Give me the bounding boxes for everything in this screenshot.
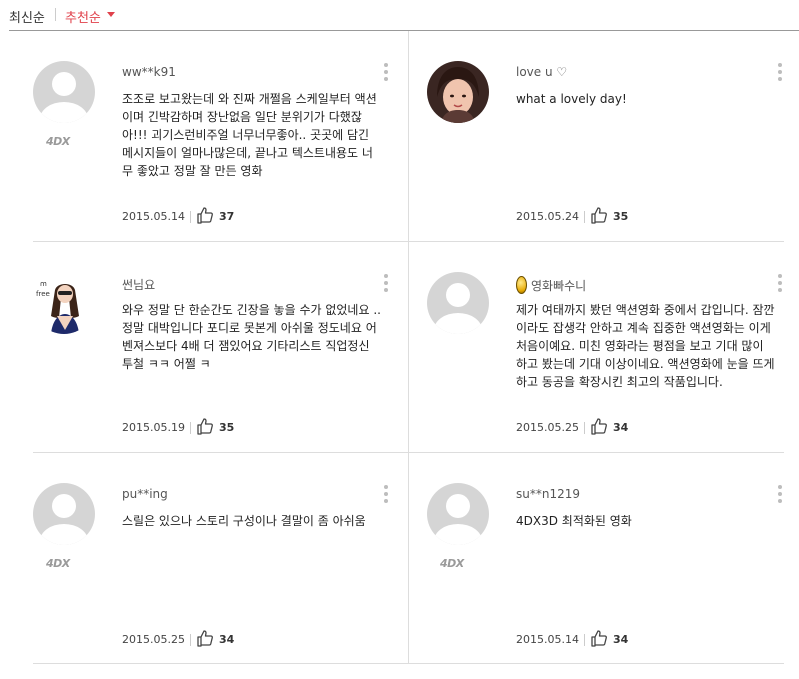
cartoon-avatar: I'm free (33, 272, 95, 334)
review-card: love u ♡ what a lovely day! 2015.05.24 3… (427, 61, 799, 231)
review-username: 영화빠수니 (516, 276, 586, 294)
thumbs-up-icon[interactable] (590, 629, 608, 647)
review-username: ww**k91 (122, 65, 176, 79)
review-text: 스릴은 있으나 스토리 구성이나 결말이 좀 아쉬움 (122, 514, 366, 528)
date-separator (190, 211, 191, 223)
review-date: 2015.05.24 (516, 210, 579, 223)
review-date: 2015.05.14 (516, 633, 579, 646)
review-card: I'm free 썬님요 와우 정말 단 한순간도 긴장을 놓을 수가 없었네요 … (33, 272, 408, 442)
more-options-icon[interactable] (383, 274, 389, 296)
column-divider (408, 31, 409, 663)
review-username: 썬님요 (122, 278, 156, 292)
review-card: 4DX ww**k91 조조로 보고왔는데 와 진짜 개쩔음 스케일부터 액션이… (33, 61, 408, 231)
like-count: 34 (219, 633, 235, 646)
date-separator (584, 422, 585, 434)
date-separator (584, 211, 585, 223)
review-date: 2015.05.14 (122, 210, 185, 223)
review-date: 2015.05.19 (122, 421, 185, 434)
row-divider (33, 663, 784, 664)
chevron-down-icon[interactable] (107, 12, 115, 17)
review-card: 4DX su**n1219 4DX3D 최적화된 영화 2015.05.14 3… (427, 483, 799, 653)
svg-text:I'm: I'm (36, 280, 47, 288)
thumbs-up-icon[interactable] (590, 417, 608, 435)
more-options-icon[interactable] (383, 485, 389, 507)
row-divider (33, 452, 784, 453)
thumbs-up-icon[interactable] (590, 206, 608, 224)
sort-recommend-tab[interactable]: 추천순 (65, 7, 101, 26)
date-separator (584, 634, 585, 646)
review-text: 4DX3D 최적화된 영화 (516, 514, 632, 528)
4dx-badge-icon: 4DX (440, 557, 464, 570)
4dx-badge-icon: 4DX (46, 557, 70, 570)
like-count: 34 (613, 421, 629, 434)
like-count: 34 (613, 633, 629, 646)
more-options-icon[interactable] (777, 485, 783, 507)
review-text: 제가 여태까지 봤던 액션영화 중에서 갑입니다. 잠깐이라도 잡생각 안하고 … (516, 303, 775, 389)
thumbs-up-icon[interactable] (196, 629, 214, 647)
thumbs-up-icon[interactable] (196, 206, 214, 224)
review-text: what a lovely day! (516, 92, 627, 106)
default-avatar (33, 61, 95, 123)
more-options-icon[interactable] (777, 274, 783, 296)
sort-divider (55, 8, 56, 21)
review-username: su**n1219 (516, 487, 581, 501)
more-options-icon[interactable] (383, 63, 389, 85)
row-divider (33, 241, 784, 242)
more-options-icon[interactable] (777, 63, 783, 85)
review-username: pu**ing (122, 487, 168, 501)
svg-text:free: free (36, 290, 50, 298)
default-avatar (427, 272, 489, 334)
review-text: 와우 정말 단 한순간도 긴장을 놓을 수가 없었네요 .. 정말 대박입니다 … (122, 303, 381, 371)
sort-bar-underline (9, 30, 799, 31)
sort-bar: 최신순 추천순 (0, 0, 799, 31)
review-card: 4DX pu**ing 스릴은 있으나 스토리 구성이나 결말이 좀 아쉬움 2… (33, 483, 408, 653)
default-avatar (427, 483, 489, 545)
review-card: 영화빠수니 제가 여태까지 봤던 액션영화 중에서 갑입니다. 잠깐이라도 잡생… (427, 272, 799, 442)
like-count: 35 (219, 421, 235, 434)
default-avatar (33, 483, 95, 545)
review-date: 2015.05.25 (516, 421, 579, 434)
like-count: 35 (613, 210, 629, 223)
review-username: love u ♡ (516, 65, 568, 79)
date-separator (190, 634, 191, 646)
thumbs-up-icon[interactable] (196, 417, 214, 435)
gold-grade-icon (516, 276, 527, 294)
review-username-text: 영화빠수니 (531, 279, 587, 293)
4dx-badge-icon: 4DX (46, 135, 70, 148)
user-photo-avatar (427, 61, 489, 123)
review-text: 조조로 보고왔는데 와 진짜 개쩔음 스케일부터 액션이며 긴박감하며 장난없음… (122, 92, 377, 178)
sort-latest-tab[interactable]: 최신순 (9, 7, 45, 26)
like-count: 37 (219, 210, 235, 223)
review-date: 2015.05.25 (122, 633, 185, 646)
date-separator (190, 422, 191, 434)
